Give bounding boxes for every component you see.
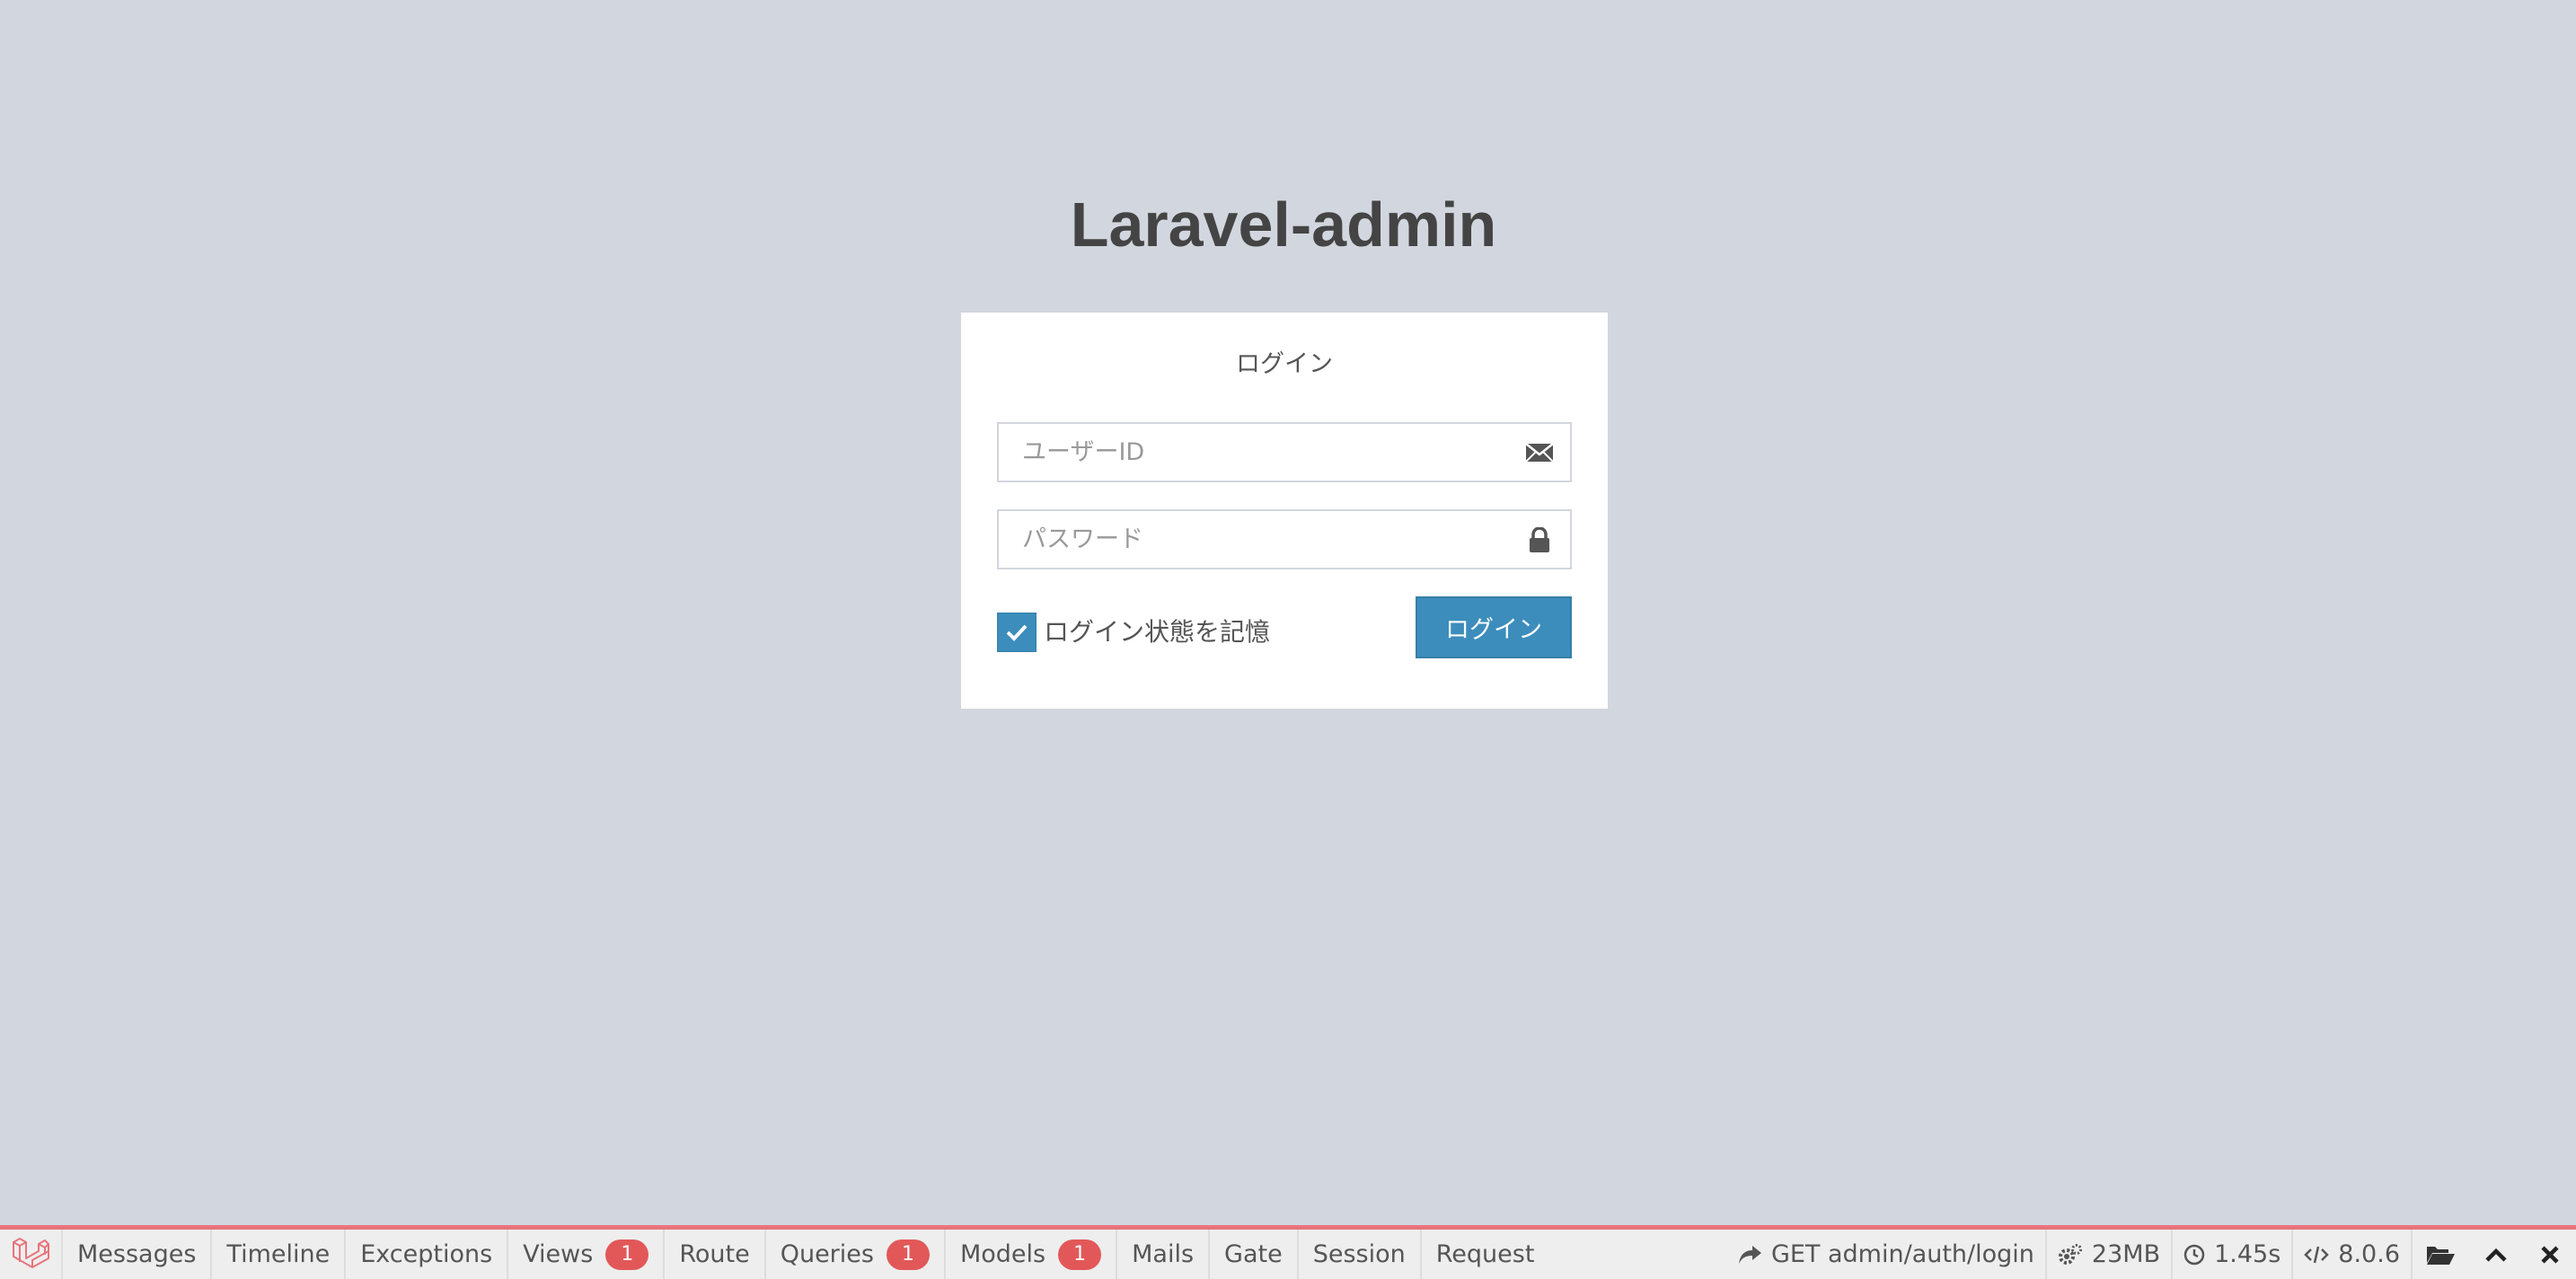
debugbar-tab-timeline[interactable]: Timeline [212, 1230, 347, 1279]
tab-label: Queries [780, 1240, 874, 1268]
debugbar-tab-request[interactable]: Request [1422, 1230, 1549, 1279]
memory-usage: 23MB [2091, 1240, 2161, 1268]
lock-icon [1530, 527, 1549, 552]
username-field[interactable] [997, 422, 1572, 482]
debugbar-tab-messages[interactable]: Messages [63, 1230, 213, 1279]
remember-me[interactable]: ログイン状態を記憶 [997, 613, 1270, 652]
debugbar-tab-models[interactable]: Models 1 [946, 1230, 1118, 1279]
tab-badge: 1 [886, 1239, 930, 1270]
debugbar-tab-gate[interactable]: Gate [1210, 1230, 1299, 1279]
laravel-logo-icon [13, 1237, 49, 1268]
debugbar-tab-route[interactable]: Route [665, 1230, 766, 1279]
tab-label: Exceptions [360, 1240, 493, 1268]
debugbar-close-button[interactable] [2524, 1230, 2576, 1279]
gears-icon [2058, 1243, 2082, 1265]
tab-badge: 1 [605, 1239, 649, 1270]
debugbar-maximize-button[interactable] [2468, 1230, 2524, 1279]
tab-label: Views [523, 1240, 594, 1268]
tab-label: Gate [1224, 1240, 1283, 1268]
password-field[interactable] [997, 509, 1572, 569]
chevron-up-icon [2485, 1248, 2507, 1262]
remember-label: ログイン状態を記憶 [1044, 617, 1271, 647]
debugbar-memory[interactable]: 23MB [2044, 1230, 2171, 1279]
login-heading: ログイン [1236, 350, 1333, 378]
clock-icon [2183, 1244, 2205, 1265]
tab-badge: 1 [1058, 1239, 1102, 1270]
folder-open-icon [2427, 1246, 2455, 1265]
debugbar-php-version[interactable]: 8.0.6 [2291, 1230, 2411, 1279]
debugbar-open-button[interactable] [2411, 1230, 2468, 1279]
tab-label: Session [1312, 1240, 1406, 1268]
php-version: 8.0.6 [2338, 1240, 2400, 1268]
share-icon [1738, 1245, 1761, 1264]
password-input[interactable] [999, 511, 1570, 568]
tab-label: Messages [77, 1240, 197, 1268]
tab-label: Request [1435, 1240, 1535, 1268]
debugbar-tab-mails[interactable]: Mails [1117, 1230, 1211, 1279]
username-input[interactable] [999, 424, 1570, 481]
tab-label: Models [959, 1240, 1046, 1268]
login-button[interactable]: ログイン [1416, 596, 1572, 658]
code-icon [2304, 1246, 2330, 1263]
debugbar-tab-views[interactable]: Views 1 [508, 1230, 666, 1279]
envelope-icon [1525, 443, 1554, 463]
debugbar-logo[interactable] [0, 1230, 63, 1279]
app-title: Laravel-admin [1070, 190, 1497, 260]
debugbar-spacer [1548, 1230, 1726, 1279]
close-icon [2541, 1245, 2559, 1264]
debugbar-request-info[interactable]: GET admin/auth/login [1726, 1230, 2045, 1279]
login-box: ログイン ログイン状態を記憶 ログイン [961, 313, 1608, 709]
tab-label: Route [679, 1240, 750, 1268]
remember-checkbox[interactable] [997, 613, 1037, 652]
request-duration: 1.45s [2214, 1240, 2281, 1268]
debugbar-tab-queries[interactable]: Queries 1 [766, 1230, 946, 1279]
check-icon [1006, 624, 1028, 641]
tab-label: Mails [1132, 1240, 1195, 1268]
request-route: GET admin/auth/login [1770, 1240, 2034, 1268]
debugbar-tab-exceptions[interactable]: Exceptions [346, 1230, 509, 1279]
debugbar-tab-session[interactable]: Session [1299, 1230, 1422, 1279]
tab-label: Timeline [226, 1240, 331, 1268]
debugbar-duration[interactable]: 1.45s [2171, 1230, 2291, 1279]
debugbar: Messages Timeline Exceptions Views 1 Rout… [0, 1225, 2576, 1279]
